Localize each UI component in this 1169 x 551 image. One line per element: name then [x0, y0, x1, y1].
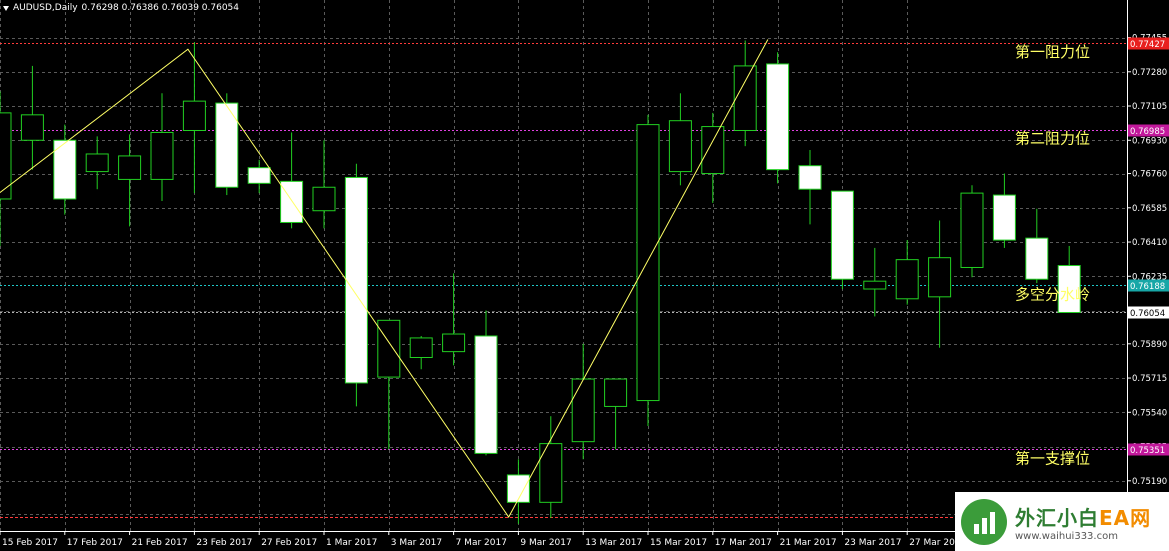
candle	[215, 93, 239, 196]
level-text-label: 第一支撑位	[1015, 449, 1090, 467]
candle-body-down	[247, 167, 271, 184]
candle-body-up	[85, 153, 109, 173]
date-tick-label: 23 Feb 2017	[196, 538, 252, 548]
watermark-logo: 外汇小白EA网 www.waihui333.com	[955, 492, 1169, 551]
candle-body-up	[377, 319, 401, 378]
chart-background	[0, 0, 1169, 551]
dropdown-triangle-icon[interactable]	[3, 5, 9, 11]
date-tick-label: 7 Mar 2017	[456, 538, 507, 548]
candle	[636, 114, 660, 426]
symbol-label: AUDUSD,Daily	[13, 3, 78, 13]
candle-body-up	[442, 333, 466, 353]
watermark-name: 外汇小白EA网	[1015, 502, 1151, 531]
price-tick-label: 0.76930	[1132, 136, 1167, 146]
candle-body-down	[344, 176, 368, 384]
date-tick-label: 27 Feb 2017	[261, 538, 317, 548]
date-tick-label: 9 Mar 2017	[520, 538, 571, 548]
price-tick-label: 0.76760	[1132, 170, 1167, 180]
price-tick-label: 0.75540	[1132, 408, 1167, 418]
candle	[960, 185, 984, 278]
date-tick-label: 23 Mar 2017	[844, 538, 901, 548]
candle-body-up	[928, 257, 952, 298]
price-tick-label: 0.76410	[1132, 238, 1167, 248]
candle-body-up	[0, 112, 12, 200]
candlestick-chart[interactable]: 0.774550.772800.771050.769300.767600.765…	[0, 0, 1169, 551]
level-text-label: 多空分水岭	[1015, 285, 1090, 303]
candle-body-down	[992, 194, 1016, 241]
candle-body-up	[539, 443, 563, 503]
date-tick-label: 17 Mar 2017	[715, 538, 772, 548]
candle-body-up	[895, 259, 919, 300]
candle-body-up	[409, 337, 433, 359]
date-tick-label: 17 Feb 2017	[67, 538, 123, 548]
price-tick-label: 0.77280	[1132, 68, 1167, 78]
candle-body-up	[604, 378, 628, 407]
price-tick-label: 0.75890	[1132, 340, 1167, 350]
watermark-url: www.waihui333.com	[1015, 530, 1118, 542]
date-tick-label: 3 Mar 2017	[391, 538, 442, 548]
candle-body-down	[215, 102, 239, 188]
candle-body-up	[20, 114, 44, 141]
candle-body-down	[1025, 237, 1049, 280]
level-text-label: 第一阻力位	[1015, 43, 1090, 61]
ohlc-readout: 0.76298 0.76386 0.76039 0.76054	[81, 3, 239, 13]
date-tick-label: 21 Feb 2017	[132, 538, 188, 548]
level-price-tag-label: 0.77427	[1130, 40, 1165, 50]
candle-body-up	[636, 124, 660, 402]
date-tick-label: 1 Mar 2017	[326, 538, 377, 548]
candle	[830, 190, 854, 290]
level-price-tag-label: 0.76985	[1130, 127, 1165, 137]
candle-body-down	[280, 180, 304, 223]
price-tick-label: 0.77105	[1132, 102, 1167, 112]
date-tick-label: 15 Mar 2017	[650, 538, 707, 548]
candle-body-up	[701, 126, 725, 175]
level-price-tag-label: 0.75351	[1130, 446, 1165, 456]
bar-chart-logo-icon	[961, 498, 1007, 545]
price-tick-label: 0.75715	[1132, 374, 1167, 384]
candle-body-up	[312, 186, 336, 212]
candle-body-up	[150, 131, 174, 180]
candle	[766, 52, 790, 184]
candle-body-down	[798, 165, 822, 190]
level-text-label: 第二阻力位	[1015, 130, 1090, 148]
chart-header: AUDUSD,Daily 0.76298 0.76386 0.76039 0.7…	[3, 3, 239, 13]
candle-body-down	[474, 335, 498, 454]
price-tick-label: 0.75190	[1132, 477, 1167, 487]
candle-body-up	[118, 155, 142, 180]
candle-body-up	[571, 378, 595, 443]
candle-body-up	[182, 100, 206, 131]
watermark-name-main: 外汇小白	[1015, 505, 1099, 530]
candle-body-up	[668, 120, 692, 173]
date-tick-label: 13 Mar 2017	[585, 538, 642, 548]
level-price-tag-label: 0.76054	[1130, 309, 1165, 319]
date-tick-label: 21 Mar 2017	[780, 538, 837, 548]
candle-body-up	[733, 65, 757, 131]
price-tick-label: 0.76585	[1132, 204, 1167, 214]
candle	[344, 163, 368, 407]
level-price-tag-label: 0.76188	[1130, 282, 1165, 292]
watermark-name-accent: EA网	[1099, 505, 1152, 530]
candle-body-up	[863, 280, 887, 290]
candle-body-down	[830, 190, 854, 280]
date-tick-label: 15 Feb 2017	[2, 538, 58, 548]
candle-body-down	[766, 63, 790, 171]
candle-body-up	[960, 192, 984, 268]
